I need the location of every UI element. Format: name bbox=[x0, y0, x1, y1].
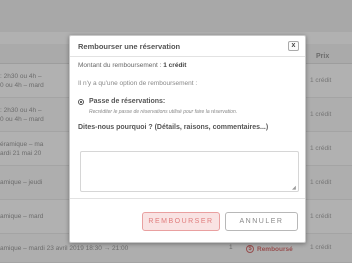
refund-option-label[interactable]: Passe de réservations: bbox=[89, 98, 165, 105]
refund-dialog: Rembourser une réservation x Montant du … bbox=[69, 35, 306, 243]
refund-option-radio[interactable] bbox=[78, 99, 84, 105]
dialog-header: Rembourser une réservation x bbox=[70, 36, 305, 57]
reason-textarea[interactable] bbox=[80, 151, 299, 192]
refund-option-info: Il n'y a qu'une option de remboursement … bbox=[78, 80, 198, 87]
cancel-button[interactable]: ANNULER bbox=[225, 212, 298, 231]
refund-amount-value: 1 crédit bbox=[163, 62, 187, 69]
close-button[interactable]: x bbox=[288, 41, 299, 51]
refund-amount-label: Montant du remboursement : bbox=[78, 62, 164, 69]
refund-option-description: Recréditer le passe de réservations util… bbox=[89, 109, 238, 115]
dialog-title: Rembourser une réservation bbox=[78, 42, 181, 51]
refund-amount: Montant du remboursement : 1 crédit bbox=[78, 62, 186, 69]
refund-button[interactable]: REMBOURSER bbox=[142, 212, 220, 231]
reason-label: Dites-nous pourquoi ? (Détails, raisons,… bbox=[78, 124, 269, 131]
dialog-footer-divider bbox=[70, 198, 305, 199]
resize-handle-icon[interactable]: ◢ bbox=[292, 185, 296, 191]
